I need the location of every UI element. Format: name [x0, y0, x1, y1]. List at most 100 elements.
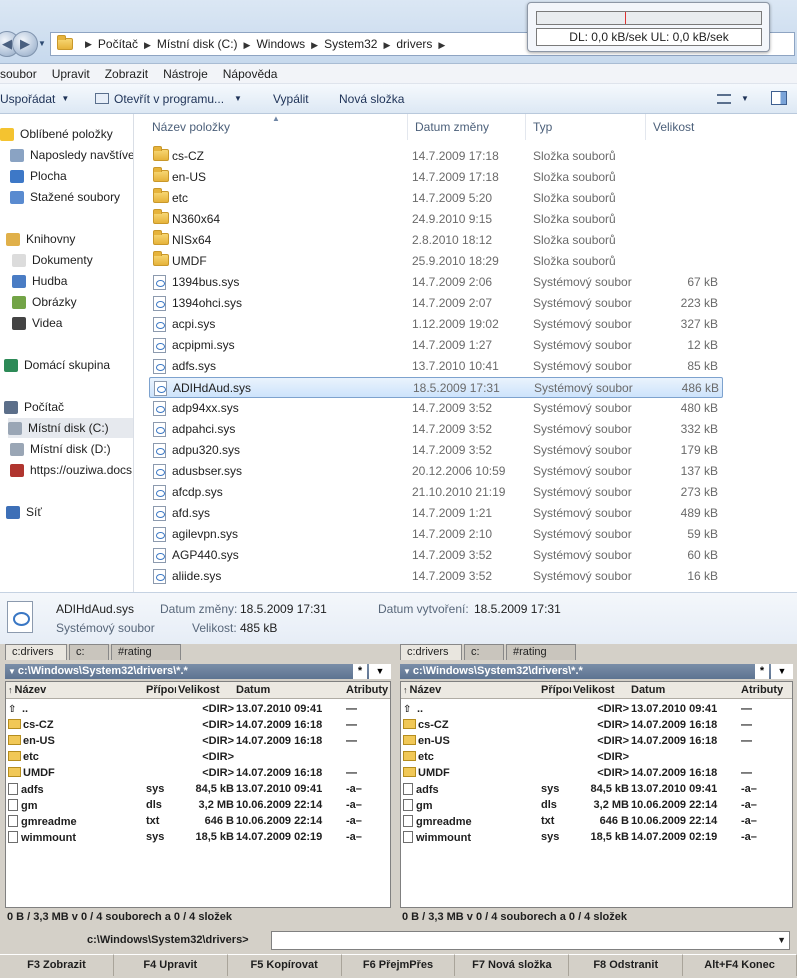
nav-item[interactable]: Počítač [4, 397, 133, 417]
menu-tools[interactable]: Nástroje [163, 67, 208, 81]
function-key-button[interactable]: F7 Nová složka [455, 954, 570, 976]
filter-star-icon[interactable]: * [353, 664, 367, 679]
breadcrumb-separator-icon[interactable]: ▶ [305, 40, 324, 51]
breadcrumb-separator-icon[interactable]: ▶ [79, 39, 98, 50]
file-row[interactable]: en-US 14.7.2009 17:18 Složka souborů [149, 167, 723, 188]
column-header-name[interactable]: ↑ Název [8, 684, 46, 696]
preview-pane-icon[interactable] [771, 91, 787, 105]
function-key-button[interactable]: F6 PřejmPřes [341, 954, 456, 976]
breadcrumb-item[interactable]: Místní disk (C:) [157, 37, 238, 51]
column-header-type[interactable]: Typ [526, 114, 646, 140]
nav-item[interactable]: Místní disk (C:) [8, 418, 133, 438]
nav-item[interactable]: Dokumenty [12, 250, 133, 270]
breadcrumb-separator-icon[interactable]: ▶ [238, 40, 257, 51]
file-row[interactable]: 1394ohci.sys 14.7.2009 2:07 Systémový soub… [149, 293, 723, 314]
nav-item[interactable]: Knihovny [6, 229, 133, 249]
nav-item[interactable]: Stažené soubory [10, 187, 133, 207]
open-with-button[interactable]: Otevřít v programu... ▼ [95, 92, 242, 106]
history-dropdown-icon[interactable]: ▼ [38, 39, 46, 48]
panel-row[interactable]: gm dls 3,2 MB 10.06.2009 22:14 -a– [6, 798, 390, 814]
panel-row[interactable]: adfs sys 84,5 kB 13.07.2010 09:41 -a– [6, 782, 390, 798]
breadcrumb-separator-icon[interactable]: ▶ [138, 40, 157, 51]
panel-row[interactable]: etc <DIR> [401, 750, 792, 766]
panel-path-bar[interactable]: ▼ c:\Windows\System32\drivers\*.* * ▼ [5, 664, 391, 679]
nav-item[interactable]: Videa [12, 313, 133, 333]
file-row[interactable]: N360x64 24.9.2010 9:15 Složka souborů [149, 209, 723, 230]
function-key-button[interactable]: Alt+F4 Konec [683, 954, 797, 976]
breadcrumb-item[interactable]: drivers [396, 37, 432, 51]
file-row[interactable]: agilevpn.sys 14.7.2009 2:10 Systémový soub… [149, 524, 723, 545]
nav-item[interactable]: Obrázky [12, 292, 133, 312]
panel-row[interactable]: etc <DIR> [6, 750, 390, 766]
breadcrumb-item[interactable]: Windows [256, 37, 305, 51]
panel-row[interactable]: UMDF <DIR> 14.07.2009 16:18 — [6, 766, 390, 782]
column-header-name[interactable]: ↑ Název [403, 684, 441, 696]
command-line-input[interactable]: ▼ [271, 931, 790, 950]
panel-row[interactable]: gm dls 3,2 MB 10.06.2009 22:14 -a– [401, 798, 792, 814]
file-row[interactable]: NISx64 2.8.2010 18:12 Složka souborů [149, 230, 723, 251]
filter-star-icon[interactable]: * [755, 664, 769, 679]
menu-view[interactable]: Zobrazit [105, 67, 148, 81]
burn-button[interactable]: Vypálit [273, 92, 309, 106]
column-header-size[interactable]: Velikost [178, 684, 220, 696]
nav-item[interactable]: Hudba [12, 271, 133, 291]
panel-row[interactable]: gmreadme txt 646 B 10.06.2009 22:14 -a– [6, 814, 390, 830]
file-row[interactable]: cs-CZ 14.7.2009 17:18 Složka souborů [149, 146, 723, 167]
panel-tab[interactable]: c:drivers [400, 644, 462, 660]
file-row[interactable]: etc 14.7.2009 5:20 Složka souborů [149, 188, 723, 209]
chevron-down-icon[interactable]: ▼ [369, 664, 391, 679]
nav-item[interactable]: Síť [6, 502, 133, 522]
nav-item[interactable]: Místní disk (D:) [10, 439, 133, 459]
function-key-button[interactable]: F3 Zobrazit [0, 954, 114, 976]
panel-row[interactable]: gmreadme txt 646 B 10.06.2009 22:14 -a– [401, 814, 792, 830]
panel-row[interactable]: en-US <DIR> 14.07.2009 16:18 — [401, 734, 792, 750]
forward-button[interactable]: ▶ [12, 31, 38, 57]
file-row[interactable]: AGP440.sys 14.7.2009 3:52 Systémový soubor… [149, 545, 723, 566]
column-header-date[interactable]: Datum [236, 684, 270, 696]
panel-row[interactable]: wimmount sys 18,5 kB 14.07.2009 02:19 -a– [401, 830, 792, 846]
breadcrumb-item[interactable]: Počítač [98, 37, 138, 51]
panel-row[interactable]: en-US <DIR> 14.07.2009 16:18 — [6, 734, 390, 750]
view-options-button[interactable]: ▼ [717, 93, 749, 104]
function-key-button[interactable]: F5 Kopírovat [227, 954, 342, 976]
file-row[interactable]: adpu320.sys 14.7.2009 3:52 Systémový soubo… [149, 440, 723, 461]
panel-row[interactable]: cs-CZ <DIR> 14.07.2009 16:18 — [401, 718, 792, 734]
panel-tab[interactable]: c: [464, 644, 504, 660]
breadcrumb-separator-icon[interactable]: ▶ [432, 40, 451, 51]
column-header-attributes[interactable]: Atributy [741, 684, 783, 696]
panel-row[interactable]: ⇧.. <DIR> 13.07.2010 09:41 — [401, 702, 792, 718]
file-row[interactable]: UMDF 25.9.2010 18:29 Složka souborů [149, 251, 723, 272]
file-row[interactable]: adfs.sys 13.7.2010 10:41 Systémový soubor 8… [149, 356, 723, 377]
file-row[interactable]: adp94xx.sys 14.7.2009 3:52 Systémový soubo… [149, 398, 723, 419]
column-header-size[interactable]: Velikost [573, 684, 615, 696]
panel-row[interactable]: wimmount sys 18,5 kB 14.07.2009 02:19 -a– [6, 830, 390, 846]
panel-tab[interactable]: c: [69, 644, 109, 660]
panel-row[interactable]: adfs sys 84,5 kB 13.07.2010 09:41 -a– [401, 782, 792, 798]
chevron-down-icon[interactable]: ▼ [777, 935, 786, 945]
column-header-date[interactable]: Datum změny [408, 114, 526, 140]
organize-button[interactable]: Uspořádat ▼ [0, 92, 69, 106]
file-row[interactable]: afd.sys 14.7.2009 1:21 Systémový soubor 489… [149, 503, 723, 524]
nav-item[interactable]: Plocha [10, 166, 133, 186]
chevron-down-icon[interactable]: ▼ [771, 664, 793, 679]
column-header-size[interactable]: Velikost [646, 114, 726, 140]
file-row[interactable]: afcdp.sys 21.10.2010 21:19 Systémový soubo… [149, 482, 723, 503]
column-header-attributes[interactable]: Atributy [346, 684, 388, 696]
function-key-button[interactable]: F8 Odstranit [569, 954, 684, 976]
column-header-ext[interactable]: Přípona [146, 684, 176, 696]
panel-tab[interactable]: c:drivers [5, 644, 67, 660]
nav-item[interactable]: Oblíbené položky [0, 124, 133, 144]
panel-path-bar[interactable]: ▼ c:\Windows\System32\drivers\*.* * ▼ [400, 664, 793, 679]
panel-row[interactable]: ⇧.. <DIR> 13.07.2010 09:41 — [6, 702, 390, 718]
column-header-ext[interactable]: Přípona [541, 684, 571, 696]
column-header-date[interactable]: Datum [631, 684, 665, 696]
file-row[interactable]: aliide.sys 14.7.2009 3:52 Systémový soubor… [149, 566, 723, 587]
function-key-button[interactable]: F4 Upravit [113, 954, 228, 976]
nav-item[interactable]: Naposledy navštívené [10, 145, 133, 165]
breadcrumb-separator-icon[interactable]: ▶ [377, 40, 396, 51]
file-row[interactable]: 1394bus.sys 14.7.2009 2:06 Systémový soubo… [149, 272, 723, 293]
new-folder-button[interactable]: Nová složka [339, 92, 404, 106]
panel-row[interactable]: UMDF <DIR> 14.07.2009 16:18 — [401, 766, 792, 782]
panel-tab[interactable]: #rating [506, 644, 576, 660]
file-row[interactable]: acpi.sys 1.12.2009 19:02 Systémový soubor 3… [149, 314, 723, 335]
